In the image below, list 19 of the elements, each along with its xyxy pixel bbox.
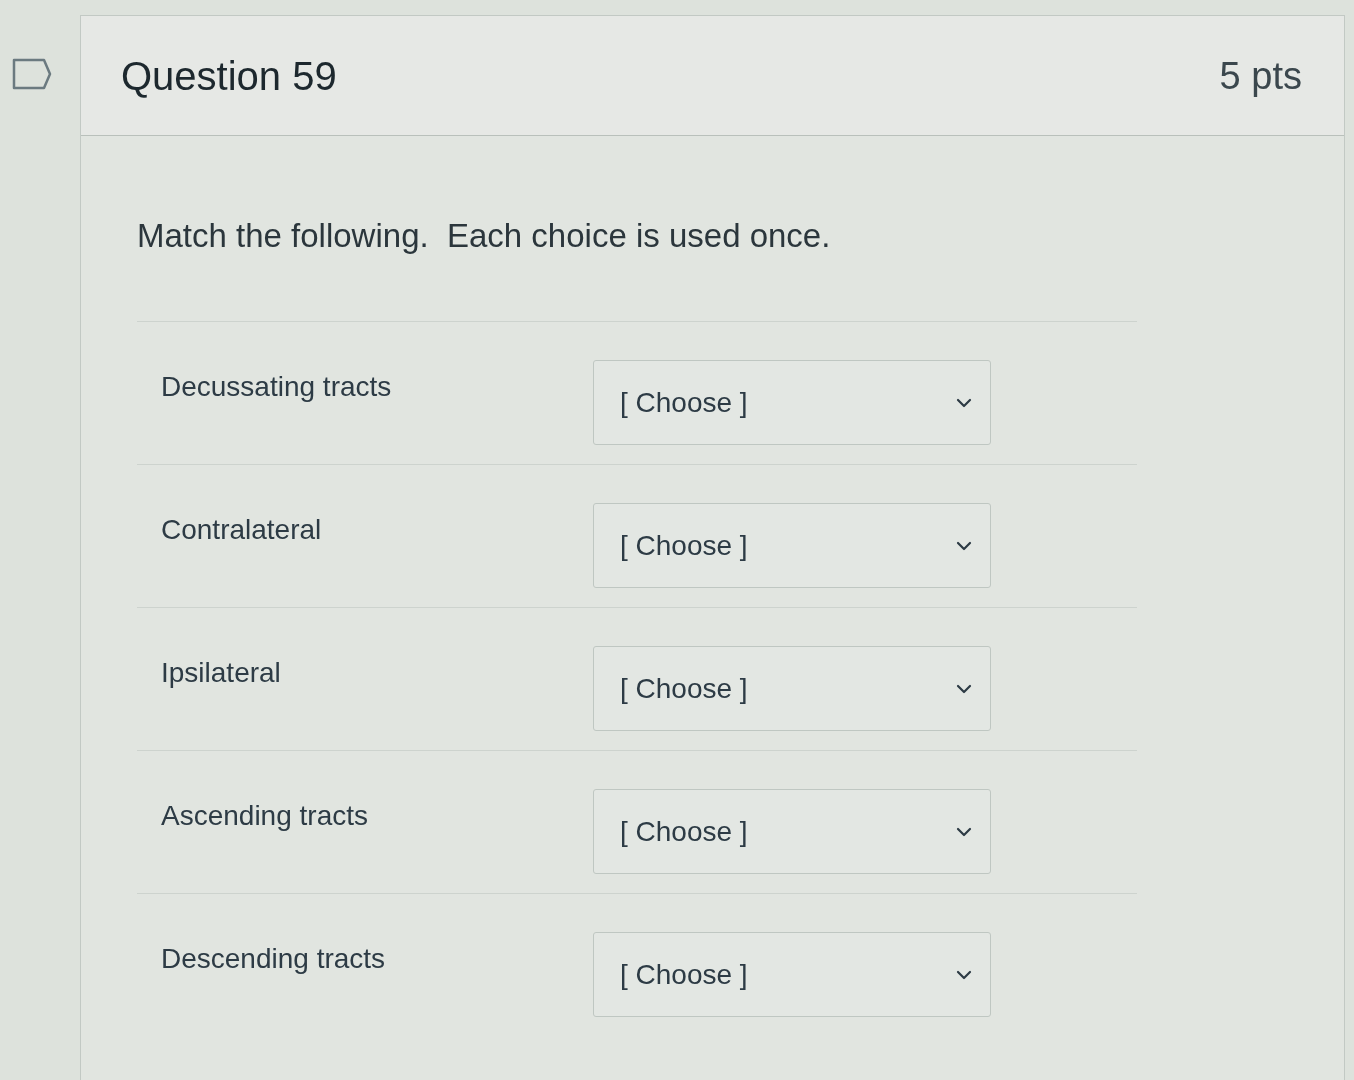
question-title: Question 59 [121, 55, 337, 96]
match-term: Descending tracts [161, 942, 386, 976]
match-term: Contralateral [161, 513, 322, 547]
choose-dropdown[interactable]: [ Choose ] [593, 789, 991, 874]
chevron-down-icon [956, 397, 972, 408]
match-term: Ipsilateral [161, 656, 281, 690]
choose-dropdown[interactable]: [ Choose ] [593, 503, 991, 588]
flag-outline-icon[interactable] [12, 58, 52, 90]
match-term: Decussating tracts [161, 370, 392, 404]
choose-dropdown[interactable]: [ Choose ] [593, 360, 991, 445]
question-prompt: Match the following. Each choice is used once. [137, 216, 831, 256]
chevron-down-icon [956, 683, 972, 694]
chevron-down-icon [956, 540, 972, 551]
choose-dropdown[interactable]: [ Choose ] [593, 646, 991, 731]
chevron-down-icon [956, 826, 972, 837]
chevron-down-icon [956, 969, 972, 980]
match-term: Ascending tracts [161, 799, 368, 833]
choose-dropdown[interactable]: [ Choose ] [593, 932, 991, 1017]
question-points: 5 pts [1219, 56, 1302, 95]
